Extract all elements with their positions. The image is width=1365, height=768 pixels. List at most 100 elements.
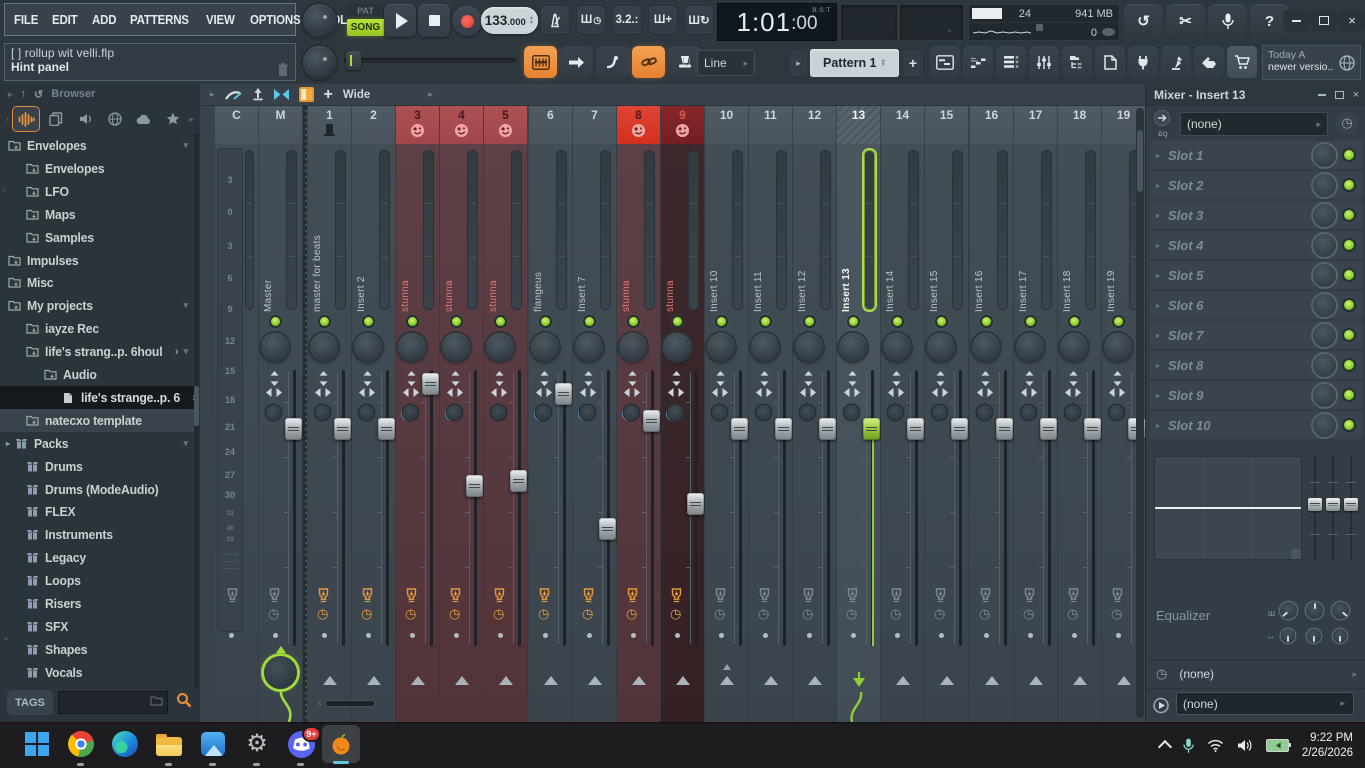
- edge-icon[interactable]: [110, 729, 140, 759]
- search-icon[interactable]: [176, 692, 192, 708]
- record-clock-icon[interactable]: ◷: [670, 607, 681, 620]
- track-header-16[interactable]: 16: [970, 106, 1014, 144]
- stereo-sep-knob[interactable]: [756, 405, 771, 420]
- follow-arrow-toggle[interactable]: [560, 46, 593, 78]
- track-dot[interactable]: [984, 633, 989, 638]
- route-arrow[interactable]: [367, 676, 381, 685]
- stereo-sep-knob[interactable]: [1109, 405, 1124, 420]
- stereo-sep-knob[interactable]: [1021, 405, 1036, 420]
- mixer-track-7[interactable]: 7 Insert 7 ◷: [573, 106, 617, 722]
- slot-expand-icon[interactable]: ▸: [1156, 211, 1160, 220]
- volume-fader[interactable]: [643, 410, 660, 432]
- mute-led[interactable]: [364, 317, 373, 326]
- mixer-track-16[interactable]: 16 Insert 16 ◷: [970, 106, 1014, 722]
- slide-toggle[interactable]: [596, 46, 629, 78]
- browser-collapse-icon[interactable]: ▸: [8, 89, 13, 100]
- channel-input-icon[interactable]: EQ: [1152, 110, 1174, 138]
- track-dot[interactable]: [454, 633, 459, 638]
- mixer-button[interactable]: [1029, 46, 1059, 78]
- track-dot[interactable]: [366, 633, 371, 638]
- track-body-14[interactable]: Insert 14 ◷: [881, 144, 925, 722]
- wifi-icon[interactable]: [1207, 739, 1224, 752]
- record-audio-button[interactable]: [1208, 4, 1247, 38]
- pan-knob[interactable]: [1104, 333, 1132, 361]
- mixer-track-4[interactable]: 4 stunna ◷: [440, 106, 484, 722]
- slot-mix-knob[interactable]: [1313, 413, 1336, 437]
- browser-up-icon[interactable]: ↑: [21, 88, 27, 100]
- record-clock-icon[interactable]: ◷: [449, 607, 460, 620]
- playlist-button[interactable]: [930, 46, 960, 78]
- fader-track[interactable]: [386, 370, 389, 646]
- pan-knob[interactable]: [795, 333, 823, 361]
- route-arrow-small[interactable]: [723, 664, 731, 670]
- cpu-panel[interactable]: 24 941 MB 0: [968, 4, 1120, 41]
- slot-mix-knob[interactable]: [1313, 143, 1336, 167]
- eq-freq-knob-3[interactable]: [1332, 602, 1349, 619]
- tray-expand-icon[interactable]: [1157, 739, 1172, 755]
- chrome-icon[interactable]: [66, 729, 96, 759]
- pan-knob[interactable]: [486, 333, 514, 361]
- track-dot[interactable]: [1028, 633, 1033, 638]
- tree-item-risers[interactable]: Risers: [0, 592, 196, 615]
- volume-fader[interactable]: [819, 418, 836, 440]
- volume-fader[interactable]: [422, 373, 439, 395]
- browser-back-icon[interactable]: ↺: [34, 88, 43, 101]
- fader-track[interactable]: [827, 370, 830, 646]
- tree-item-envelopes[interactable]: Envelopes: [0, 157, 196, 180]
- track-body-1[interactable]: master for beats ◷: [308, 144, 352, 722]
- slot-expand-icon[interactable]: ▸: [1156, 331, 1160, 340]
- slot-enable-led[interactable]: [1344, 240, 1354, 250]
- record-button[interactable]: [452, 6, 482, 36]
- route-arrow[interactable]: [323, 676, 337, 685]
- slot-mix-knob[interactable]: [1313, 233, 1336, 257]
- mixer-track-5[interactable]: 5 stunna ◷: [484, 106, 528, 722]
- route-arrow[interactable]: [411, 676, 425, 685]
- mixer-track-8[interactable]: 8 stunna ◷: [617, 106, 661, 722]
- mixer-vscrollbar-thumb[interactable]: [1137, 130, 1143, 192]
- menu-view[interactable]: VIEW: [206, 13, 235, 27]
- record-clock-icon[interactable]: ◷: [361, 607, 372, 620]
- tree-item-misc[interactable]: Misc: [0, 271, 196, 294]
- song-button[interactable]: SONG: [347, 19, 384, 36]
- eq-graph[interactable]: [1154, 456, 1302, 560]
- slot-mix-knob[interactable]: [1313, 173, 1336, 197]
- fx-slot-2[interactable]: ▸ Slot 2: [1150, 171, 1362, 199]
- output-row[interactable]: (none) ▸: [1146, 688, 1365, 721]
- audio-input-icon[interactable]: [714, 588, 727, 608]
- stop-button[interactable]: [418, 4, 450, 37]
- volume-fader[interactable]: [951, 418, 968, 440]
- stereo-sep-knob[interactable]: [977, 405, 992, 420]
- track-body-18[interactable]: Insert 18 ◷: [1058, 144, 1102, 722]
- audio-input-icon[interactable]: [538, 588, 551, 608]
- snap-selector[interactable]: Line ▸: [697, 50, 755, 76]
- fx-slot-3[interactable]: ▸ Slot 3: [1150, 201, 1362, 229]
- track-body-3[interactable]: stunna ◷: [396, 144, 440, 722]
- rec-option-1[interactable]: [540, 5, 570, 35]
- mixer-menu-icon[interactable]: ▸: [210, 89, 215, 100]
- panel-close-icon[interactable]: ×: [1353, 89, 1359, 101]
- volume-fader[interactable]: [863, 418, 880, 440]
- stereo-sep-knob[interactable]: [1065, 405, 1080, 420]
- fx-slot-6[interactable]: ▸ Slot 6: [1150, 291, 1362, 319]
- track-body-C[interactable]: 3 0 3 6 9 12 15 18 21 24 27 30 33 36 39: [215, 144, 259, 722]
- mixer-track-6[interactable]: 6 flangeus ◷: [529, 106, 573, 722]
- minimize-button[interactable]: [1283, 10, 1309, 31]
- record-clock-icon[interactable]: ◷: [1067, 607, 1078, 620]
- shuttle-slider-handle[interactable]: [346, 51, 361, 70]
- fader-track[interactable]: [518, 370, 521, 646]
- slot-enable-led[interactable]: [1344, 150, 1354, 160]
- slot-expand-icon[interactable]: ▸: [1156, 421, 1160, 430]
- track-dot[interactable]: [498, 633, 503, 638]
- mute-led[interactable]: [982, 317, 991, 326]
- browser-scrollbar-thumb[interactable]: [194, 386, 199, 426]
- audio-input-icon[interactable]: [846, 588, 859, 608]
- tree-item-sfx[interactable]: SFX: [0, 615, 196, 638]
- audio-input-icon[interactable]: [226, 588, 239, 608]
- pan-knob[interactable]: [707, 333, 735, 361]
- track-header-3[interactable]: 3: [396, 106, 440, 144]
- track-header-9[interactable]: 9: [661, 106, 705, 144]
- restore-button[interactable]: [1311, 10, 1337, 31]
- tree-item-lfo[interactable]: LFO: [0, 180, 196, 203]
- route-arrow[interactable]: [1117, 676, 1131, 685]
- track-header-2[interactable]: 2: [352, 106, 396, 144]
